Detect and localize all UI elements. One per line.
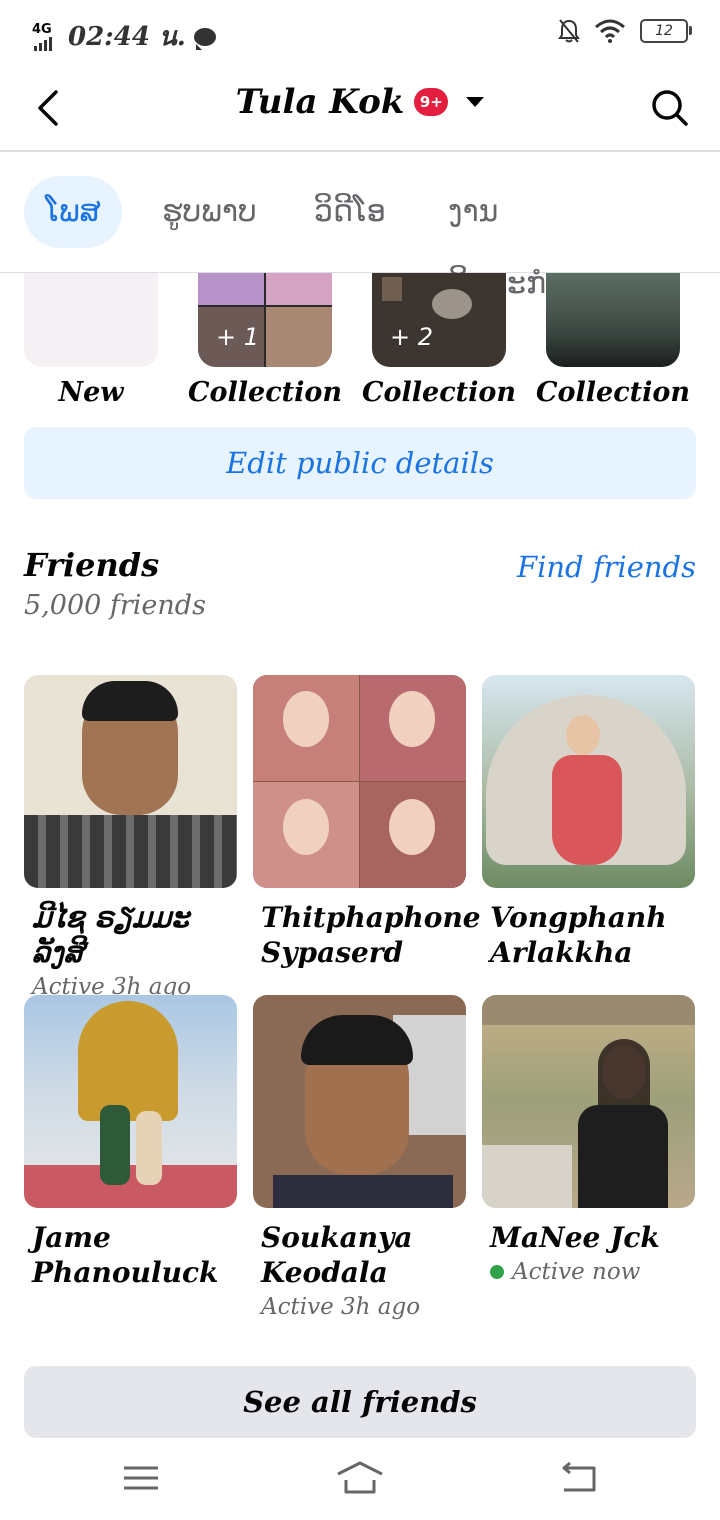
friends-count: 5,000 friends xyxy=(24,590,206,621)
page-title: Tula Kok xyxy=(235,82,405,122)
featured-collections: New + 1 Collection + 2 Collection Collec… xyxy=(0,273,720,413)
back-icon[interactable] xyxy=(554,1458,604,1498)
friend-photo xyxy=(24,995,237,1208)
battery-icon: 12 xyxy=(640,19,692,43)
friend-photo xyxy=(24,675,237,888)
collection-thumbnail: + 1 xyxy=(198,273,332,367)
collection-thumbnail xyxy=(546,273,680,367)
app-header: Tula Kok 9+ xyxy=(0,64,720,152)
tab-videos[interactable]: ວິດີໂອ xyxy=(314,176,394,248)
find-friends-link[interactable]: Find friends xyxy=(517,550,696,584)
friend-name: Thitphaphone Sypaserd xyxy=(261,901,481,969)
message-notification-icon xyxy=(193,27,216,50)
friend-photo xyxy=(253,995,466,1208)
friend-name: ມີໄຊ ຣຽມມະລັງສີ xyxy=(32,901,189,969)
new-collection-thumbnail xyxy=(24,273,158,367)
see-all-friends-button[interactable]: See all friends xyxy=(24,1366,696,1438)
friend-photo xyxy=(253,675,466,888)
status-time: 02:44 น. xyxy=(68,22,186,52)
tab-posts[interactable]: ໂພສ xyxy=(24,176,122,248)
friend-card[interactable]: MaNee Jck Active now xyxy=(482,995,695,1285)
collection-label: Collection xyxy=(536,377,690,408)
friend-status: Active now xyxy=(490,1259,695,1285)
profile-tabs: ໂພສ ຮູບພາບ ວິດີໂອ ງານກິດຈະກຳ xyxy=(0,152,720,301)
collection-item[interactable]: + 1 Collection xyxy=(188,273,342,408)
wifi-icon xyxy=(595,19,625,43)
friend-card[interactable]: ມີໄຊ ຣຽມມະລັງສີ Active 3h ago xyxy=(24,675,237,1000)
friend-name: Vongphanh Arlakkha xyxy=(490,901,667,969)
collection-label: Collection xyxy=(362,377,516,408)
menu-icon[interactable] xyxy=(116,1458,166,1498)
friend-name: MaNee Jck xyxy=(490,1221,660,1254)
collection-label: Collection xyxy=(188,377,342,408)
friend-name: Soukanya Keodala xyxy=(261,1221,413,1289)
friend-card[interactable]: Soukanya Keodala Active 3h ago xyxy=(253,995,466,1320)
friends-heading: Friends xyxy=(24,546,160,584)
friend-photo xyxy=(482,675,695,888)
notifications-muted-icon xyxy=(558,19,580,43)
edit-public-details-button[interactable]: Edit public details xyxy=(24,427,696,499)
friend-card[interactable]: Vongphanh Arlakkha xyxy=(482,675,695,970)
collection-item[interactable]: + 2 Collection xyxy=(362,273,516,408)
tab-events[interactable]: ງານກິດຈະກຳ xyxy=(448,176,608,301)
friend-card[interactable]: Jame Phanouluck xyxy=(24,995,237,1290)
search-button[interactable] xyxy=(650,88,690,128)
collection-label: New xyxy=(58,377,124,408)
friend-status: Active 3h ago xyxy=(261,1294,421,1320)
caret-down-icon xyxy=(466,97,485,107)
online-indicator-icon xyxy=(490,1265,504,1279)
tab-photos[interactable]: ຮູບພາບ xyxy=(162,176,262,248)
profile-switcher[interactable]: Tula Kok 9+ xyxy=(0,82,720,122)
system-navigation-bar xyxy=(0,1438,720,1520)
home-icon[interactable] xyxy=(335,1458,385,1498)
friend-photo xyxy=(482,995,695,1208)
collection-new[interactable]: New xyxy=(24,273,158,408)
status-bar: 4G 02:44 น. 12 xyxy=(0,0,720,64)
notification-badge: 9+ xyxy=(414,88,449,116)
friend-name: Jame Phanouluck xyxy=(32,1221,219,1289)
collection-thumbnail: + 2 xyxy=(372,273,506,367)
collection-item[interactable]: Collection xyxy=(536,273,690,408)
friend-card[interactable]: Thitphaphone Sypaserd xyxy=(253,675,481,970)
cellular-signal-icon: 4G xyxy=(32,22,60,51)
